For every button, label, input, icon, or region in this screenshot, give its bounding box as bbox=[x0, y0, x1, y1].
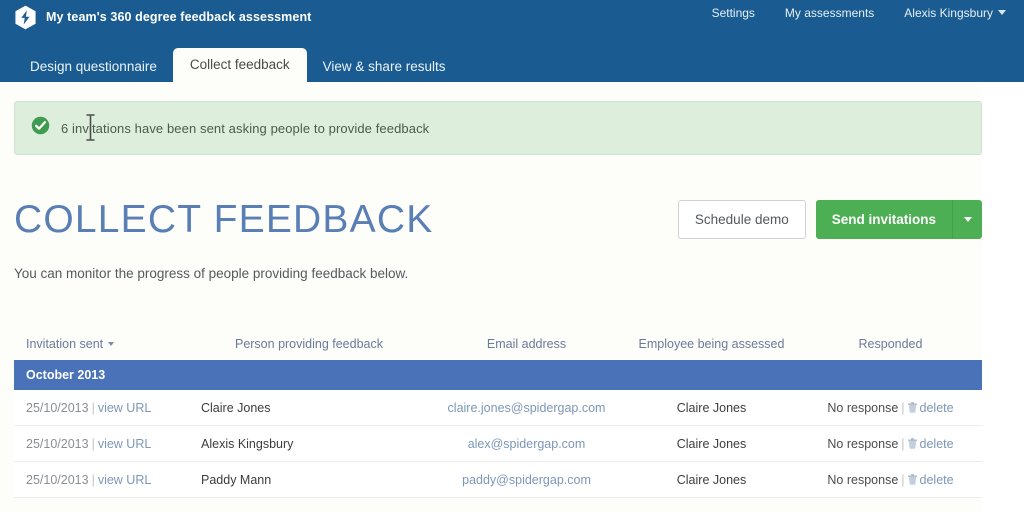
success-banner-message: 6 invitations have been sent asking peop… bbox=[61, 120, 430, 136]
cell-person-providing-feedback: Paddy Mann bbox=[201, 472, 272, 487]
tab-collect-feedback[interactable]: Collect feedback bbox=[172, 48, 307, 82]
delete-link[interactable]: delete bbox=[920, 473, 954, 487]
brand: My team's 360 degree feedback assessment bbox=[14, 3, 311, 31]
invitation-sent-date: 25/10/2013 bbox=[26, 436, 89, 451]
cell-responded: No response | delete bbox=[799, 401, 982, 415]
email-link[interactable]: paddy@spidergap.com bbox=[462, 473, 591, 487]
cell-employee-being-assessed: Claire Jones bbox=[676, 400, 747, 415]
tab-view-share-results[interactable]: View & share results bbox=[307, 52, 462, 82]
chevron-down-icon bbox=[963, 217, 972, 222]
column-header-employee-being-assessed: Employee being assessed bbox=[638, 337, 785, 351]
cell-email-address: alex@spidergap.com bbox=[429, 437, 624, 451]
cell-email-address: claire.jones@spidergap.com bbox=[429, 401, 624, 415]
cell-email-address: paddy@spidergap.com bbox=[429, 473, 624, 487]
table-row: 25/10/2013 | view URL Alexis Kingsbury ale… bbox=[14, 426, 982, 462]
cell-invitation-sent: 25/10/2013 | view URL bbox=[14, 437, 189, 451]
success-banner: 6 invitations have been sent asking peop… bbox=[14, 101, 982, 155]
response-status: No response bbox=[827, 400, 899, 415]
table-row: 25/10/2013 | view URL Paddy Mann paddy@spi… bbox=[14, 462, 982, 498]
page-actions: Schedule demo Send invitations bbox=[677, 200, 982, 239]
cell-separator: | bbox=[91, 400, 95, 415]
column-header-person-providing-feedback: Person providing feedback bbox=[234, 337, 383, 351]
tab-design-questionnaire[interactable]: Design questionnaire bbox=[14, 52, 173, 82]
cell-invitation-sent: 25/10/2013 | view URL bbox=[14, 401, 189, 415]
cell-separator: | bbox=[901, 400, 905, 415]
column-header-invitation-sent-label: Invitation sent bbox=[26, 337, 104, 351]
main-tabs: Design questionnaire Collect feedback Vi… bbox=[14, 46, 461, 82]
cell-separator: | bbox=[91, 436, 95, 451]
trash-icon bbox=[907, 473, 917, 485]
column-header-email-address: Email address bbox=[486, 337, 567, 351]
cell-responded: No response | delete bbox=[799, 473, 982, 487]
view-url-link[interactable]: view URL bbox=[98, 401, 152, 415]
cell-responded: No response | delete bbox=[799, 437, 982, 451]
user-menu-label: Alexis Kingsbury bbox=[904, 6, 993, 20]
right-margin bbox=[982, 82, 1024, 512]
email-link[interactable]: claire.jones@spidergap.com bbox=[448, 401, 606, 415]
cell-invitation-sent: 25/10/2013 | view URL bbox=[14, 473, 189, 487]
chevron-down-icon bbox=[998, 10, 1006, 15]
table-row: 25/10/2013 | view URL Claire Jones claire.… bbox=[14, 390, 982, 426]
cell-separator: | bbox=[91, 472, 95, 487]
invitation-sent-date: 25/10/2013 bbox=[26, 400, 89, 415]
schedule-demo-button[interactable]: Schedule demo bbox=[677, 200, 806, 239]
feedback-table: Invitation sent Person providing feedbac… bbox=[14, 328, 982, 498]
delete-link[interactable]: delete bbox=[920, 401, 954, 415]
trash-icon bbox=[907, 401, 917, 413]
table-header-row: Invitation sent Person providing feedbac… bbox=[14, 328, 982, 360]
nav-my-assessments[interactable]: My assessments bbox=[785, 6, 874, 20]
view-url-link[interactable]: view URL bbox=[98, 437, 152, 451]
caret-down-icon bbox=[108, 342, 115, 346]
send-invitations-button[interactable]: Send invitations bbox=[815, 200, 952, 239]
column-header-invitation-sent[interactable]: Invitation sent bbox=[14, 337, 189, 351]
invitation-sent-date: 25/10/2013 bbox=[26, 472, 89, 487]
cell-separator: | bbox=[901, 436, 905, 451]
send-invitations-dropdown-button[interactable] bbox=[952, 200, 982, 239]
cell-person-providing-feedback: Claire Jones bbox=[201, 400, 271, 415]
delete-link[interactable]: delete bbox=[920, 437, 954, 451]
page-title: COLLECT FEEDBACK bbox=[14, 198, 434, 241]
view-url-link[interactable]: view URL bbox=[98, 473, 152, 487]
page-root: My team's 360 degree feedback assessment… bbox=[0, 0, 1024, 512]
cell-person-providing-feedback: Alexis Kingsbury bbox=[201, 436, 294, 451]
cell-separator: | bbox=[901, 472, 905, 487]
check-circle-icon bbox=[31, 116, 50, 140]
page-subtitle: You can monitor the progress of people p… bbox=[14, 266, 409, 281]
app-header: My team's 360 degree feedback assessment… bbox=[0, 0, 1024, 82]
trash-icon bbox=[907, 437, 917, 449]
response-status: No response bbox=[827, 436, 899, 451]
top-navigation: Settings My assessments Alexis Kingsbury bbox=[712, 6, 1006, 20]
nav-user-menu[interactable]: Alexis Kingsbury bbox=[904, 6, 1006, 20]
email-link[interactable]: alex@spidergap.com bbox=[468, 437, 586, 451]
spidergap-hexagon-logo-icon bbox=[14, 5, 37, 30]
nav-settings[interactable]: Settings bbox=[712, 6, 755, 20]
table-group-header: October 2013 bbox=[14, 360, 982, 390]
cell-employee-being-assessed: Claire Jones bbox=[676, 436, 747, 451]
send-invitations-split-button: Send invitations bbox=[815, 200, 982, 239]
app-title: My team's 360 degree feedback assessment bbox=[46, 10, 312, 24]
column-header-responded: Responded bbox=[858, 337, 923, 351]
cell-employee-being-assessed: Claire Jones bbox=[676, 472, 747, 487]
response-status: No response bbox=[827, 472, 899, 487]
table-group-label: October 2013 bbox=[26, 368, 106, 382]
